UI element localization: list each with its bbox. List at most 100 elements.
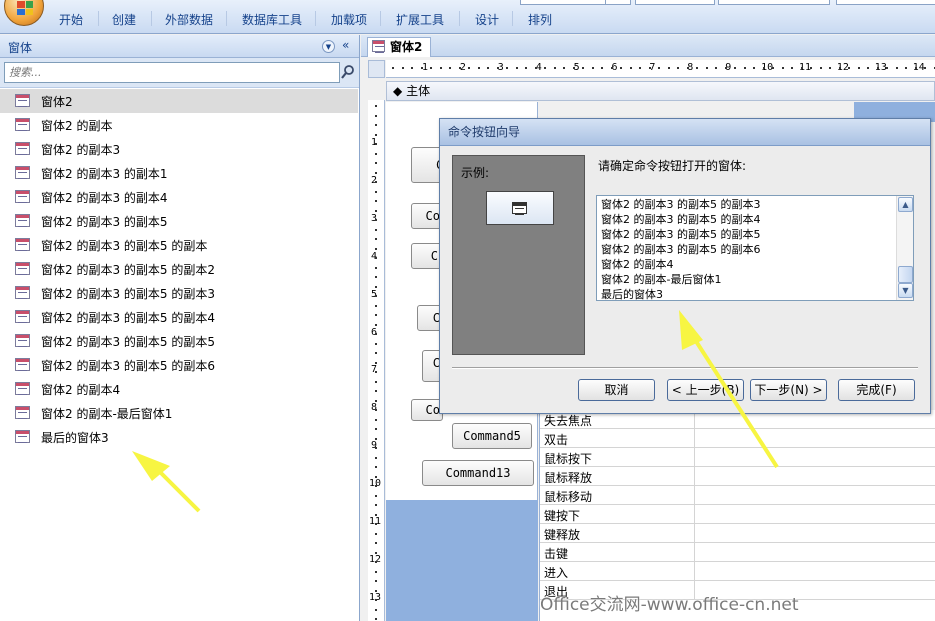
property-value[interactable] <box>694 467 935 486</box>
listbox-scrollbar[interactable]: ▲ ▼ <box>896 196 913 300</box>
next-button[interactable]: 下一步(N) > <box>750 379 827 401</box>
tab-separator <box>226 11 227 26</box>
list-item[interactable]: 窗体2 的副本4 <box>601 257 760 272</box>
nav-item-label: 窗体2 的副本3 的副本5 的副本6 <box>41 359 215 373</box>
ruler-tick <box>375 608 377 611</box>
office-button[interactable] <box>4 0 44 26</box>
vertical-ruler: 12345678910111213 <box>368 100 385 621</box>
tab-home[interactable]: 开始 <box>59 11 83 28</box>
ruler-tick <box>375 523 377 525</box>
list-item[interactable]: 窗体2 的副本3 的副本5 的副本5 <box>601 227 760 242</box>
ruler-tick <box>601 67 603 69</box>
ruler-tick <box>375 551 377 554</box>
search-input[interactable] <box>4 62 340 83</box>
nav-item[interactable]: 窗体2 <box>0 89 358 113</box>
form-icon <box>15 190 30 203</box>
nav-item[interactable]: 窗体2 的副本3 的副本5 的副本3 <box>0 281 358 305</box>
property-value[interactable] <box>694 562 935 581</box>
scrollbar-thumb[interactable] <box>898 266 913 283</box>
nav-item[interactable]: 窗体2 的副本 <box>0 113 358 137</box>
ruler-tick <box>375 456 377 459</box>
ruler-tick <box>895 67 898 69</box>
ruler-tick <box>375 428 377 430</box>
property-value[interactable] <box>694 448 935 467</box>
nav-item[interactable]: 窗体2 的副本3 的副本1 <box>0 161 358 185</box>
form-listbox[interactable]: 窗体2 的副本3 的副本5 的副本3 窗体2 的副本3 的副本5 的副本4 窗体… <box>596 195 914 301</box>
chevron-down-icon[interactable]: ▼ <box>322 40 335 53</box>
ruler-tick <box>563 67 565 69</box>
scroll-up-icon[interactable]: ▲ <box>898 197 913 212</box>
nav-item[interactable]: 窗体2 的副本-最后窗体1 <box>0 401 358 425</box>
finish-button[interactable]: 完成(F) <box>838 379 915 401</box>
nav-title[interactable]: 窗体 <box>8 39 32 56</box>
tab-external-data[interactable]: 外部数据 <box>165 11 213 28</box>
list-item[interactable]: 窗体2 的副本3 的副本5 的副本3 <box>601 197 760 212</box>
command-button[interactable]: Command13 <box>422 460 534 486</box>
ruler-tick <box>375 371 377 373</box>
property-value[interactable] <box>694 505 935 524</box>
list-item[interactable]: 最后的窗体3 <box>601 287 760 302</box>
scroll-down-icon[interactable]: ▼ <box>898 283 913 298</box>
nav-item[interactable]: 窗体2 的副本3 的副本5 的副本5 <box>0 329 358 353</box>
wizard-divider <box>452 367 918 369</box>
ruler-tick <box>686 67 689 69</box>
nav-item[interactable]: 窗体2 的副本3 的副本4 <box>0 185 358 209</box>
collapse-icon[interactable]: « <box>342 38 349 52</box>
tab-separator <box>459 11 460 26</box>
nav-item[interactable]: 窗体2 的副本4 <box>0 377 358 401</box>
list-item[interactable]: 窗体2 的副本3 的副本5 的副本6 <box>601 242 760 257</box>
property-row[interactable]: 击键 <box>540 543 935 562</box>
property-row[interactable]: 鼠标释放 <box>540 467 935 486</box>
property-value[interactable] <box>694 543 935 562</box>
ruler-tick-label: 4 <box>535 62 542 73</box>
cancel-button[interactable]: 取消 <box>578 379 655 401</box>
property-value[interactable] <box>694 524 935 543</box>
property-value[interactable] <box>694 486 935 505</box>
property-row[interactable]: 双击 <box>540 429 935 448</box>
nav-item[interactable]: 窗体2 的副本3 的副本5 的副本2 <box>0 257 358 281</box>
tab-addins[interactable]: 加载项 <box>331 11 367 28</box>
ruler-tick <box>375 532 377 535</box>
tab-database-tools[interactable]: 数据库工具 <box>242 11 302 28</box>
property-name: 鼠标释放 <box>544 471 593 485</box>
search-icon[interactable] <box>341 64 355 80</box>
ruler-tick-label: 9 <box>371 440 378 452</box>
ruler-tick <box>914 67 917 69</box>
tab-create[interactable]: 创建 <box>112 11 136 28</box>
tab-arrange[interactable]: 排列 <box>528 11 552 28</box>
property-row[interactable]: 鼠标移动 <box>540 486 935 505</box>
wizard-title[interactable]: 命令按钮向导 <box>440 119 930 146</box>
ruler-tick <box>553 67 556 69</box>
ruler-tick <box>375 418 377 421</box>
nav-item[interactable]: 最后的窗体3 <box>0 425 358 449</box>
nav-item[interactable]: 窗体2 的副本3 的副本5 的副本6 <box>0 353 358 377</box>
ruler-tick <box>696 67 698 69</box>
nav-item-label: 窗体2 的副本3 的副本4 <box>41 191 168 205</box>
ruler-tick-label: 11 <box>369 516 382 527</box>
ruler-tick <box>449 67 451 69</box>
nav-item[interactable]: 窗体2 的副本3 <box>0 137 358 161</box>
nav-item[interactable]: 窗体2 的副本3 的副本5 的副本 <box>0 233 358 257</box>
nav-item-label: 窗体2 的副本3 <box>41 143 121 157</box>
tab-design[interactable]: 设计 <box>475 11 499 28</box>
nav-item[interactable]: 窗体2 的副本3 的副本5 <box>0 209 358 233</box>
ruler-tick <box>810 67 812 69</box>
ruler-corner[interactable] <box>368 60 385 78</box>
property-row[interactable]: 鼠标按下 <box>540 448 935 467</box>
property-row[interactable]: 进入 <box>540 562 935 581</box>
sample-button <box>486 191 554 225</box>
tab-extended-tools[interactable]: 扩展工具 <box>396 11 444 28</box>
property-name: 键按下 <box>544 509 581 523</box>
property-row[interactable]: 键按下 <box>540 505 935 524</box>
ruler-tick <box>420 67 423 69</box>
nav-item[interactable]: 窗体2 的副本3 的副本5 的副本4 <box>0 305 358 329</box>
command-button[interactable]: Command5 <box>452 423 532 449</box>
ruler-tick <box>375 171 377 174</box>
property-row[interactable]: 键释放 <box>540 524 935 543</box>
document-tab[interactable]: 窗体2 <box>367 37 432 57</box>
list-item[interactable]: 窗体2 的副本-最后窗体1 <box>601 272 760 287</box>
section-header[interactable]: ◆ 主体 <box>386 81 935 101</box>
back-button[interactable]: < 上一步(B) <box>667 379 744 401</box>
list-item[interactable]: 窗体2 的副本3 的副本5 的副本4 <box>601 212 760 227</box>
property-value[interactable] <box>694 429 935 448</box>
